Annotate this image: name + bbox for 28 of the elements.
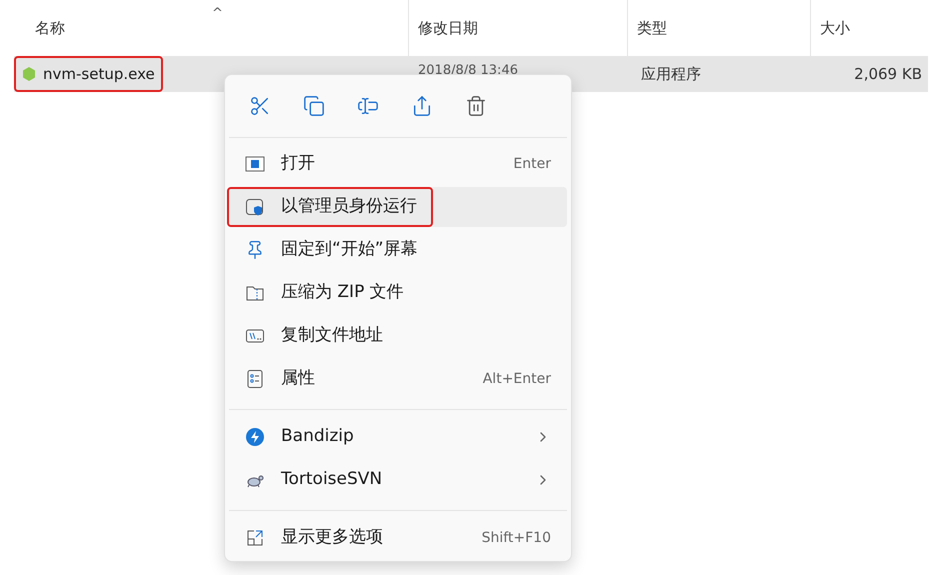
column-header[interactable]: 类型 <box>637 16 667 40</box>
menu-item[interactable]: 显示更多选项 Shift+F10 <box>229 518 567 558</box>
menu-item[interactable]: Bandizip <box>229 417 567 457</box>
external-icon <box>245 528 265 548</box>
menu-item[interactable]: TortoiseSVN <box>229 460 567 500</box>
file-type: 应用程序 <box>640 64 702 85</box>
file-size: 2,069 KB <box>853 64 923 85</box>
menu-item[interactable]: 以管理员身份运行 <box>229 187 567 227</box>
copy-button[interactable] <box>302 94 326 118</box>
shortcut-label: Shift+F10 <box>482 528 551 548</box>
menu-item[interactable]: 属性 Alt+Enter <box>229 359 567 399</box>
column-header[interactable]: 大小 <box>820 16 850 40</box>
menu-item[interactable]: 复制文件地址 <box>229 316 567 356</box>
menu-item[interactable]: 打开 Enter <box>229 144 567 184</box>
column-header[interactable]: 名称 <box>35 16 65 40</box>
properties-icon <box>245 369 265 389</box>
shortcut-label: Enter <box>513 154 551 174</box>
menu-item[interactable]: 固定到“开始”屏幕 <box>229 230 567 270</box>
column-header[interactable]: 修改日期 <box>418 16 478 40</box>
shortcut-label: Alt+Enter <box>482 370 551 388</box>
lightning-icon <box>245 427 265 447</box>
menu-item[interactable]: 压缩为 ZIP 文件 <box>229 273 567 313</box>
file-date: 2018/8/8 13:46 <box>418 63 518 78</box>
delete-button[interactable] <box>464 94 488 118</box>
sort-indicator: ^ <box>212 5 223 23</box>
window-icon <box>245 154 265 174</box>
shield-icon <box>245 197 265 217</box>
hexagon-icon <box>22 66 36 82</box>
